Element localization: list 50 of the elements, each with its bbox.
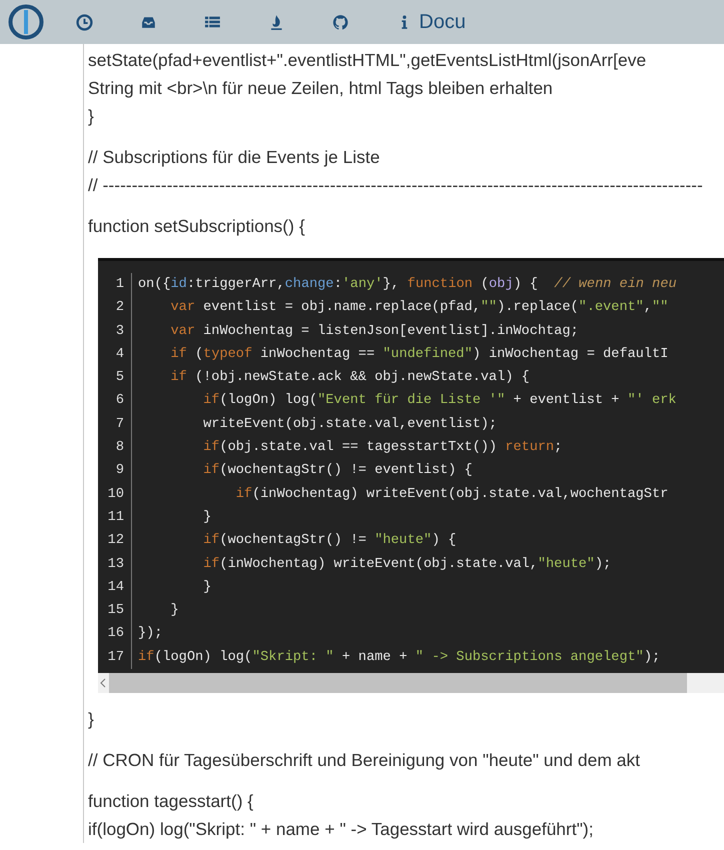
code-line: }); [138,625,164,644]
text-line: // ------------------------------------------------------------------------------------------------------- [88,174,704,197]
code-line: if(inWochentag) writeEvent(obj.state.val,"heute"); [202,556,612,574]
line-number: 6 [116,392,124,410]
line-number: 13 [108,556,124,574]
clock-icon [76,14,93,30]
code-line: writeEvent(obj.state.val,eventlist); [202,416,498,434]
text-line: } [88,105,95,128]
code-line: } [202,578,212,597]
line-number: 10 [108,486,124,504]
line-number: 5 [116,369,124,388]
line-number: 7 [116,416,124,434]
line-number: 17 [108,648,124,667]
code-line: if(wochentagStr() != "heute") { [202,532,458,550]
code-line: if(logOn) log("Skript: " + name + " -> Subscriptions angelegt"); [138,648,662,667]
github-icon [332,14,349,30]
line-number: 14 [108,578,124,597]
code-line: } [202,508,212,527]
text-line: function setSubscriptions() { [88,215,306,238]
code-line: if(obj.state.val == tagesstartTxt()) return; [202,439,564,458]
line-number: 2 [116,299,124,318]
text-line: String mit <br>\n für neue Zeilen, html Tags bleiben erhalten [88,77,554,100]
text-line: } [88,708,95,732]
text-line: setState(pfad+eventlist+".eventlistHTML",getEventsListHtml(jsonArr[eve [88,49,648,72]
logo-icon[interactable] [8,4,44,40]
line-number: 15 [108,602,124,620]
line-number: 3 [116,322,124,341]
line-number: 12 [108,532,124,550]
text-line: // CRON für Tagesüberschrift und Bereinigung von "heute" und dem akt [88,749,641,772]
flame-icon [268,14,285,30]
code-line: if (typeof inWochentag == "undefined") inWochentag = defaultI [170,346,670,364]
code-line: var eventlist = obj.name.replace(pfad,"").replace(".event","" [170,299,670,318]
code-line: } [170,602,180,620]
line-number: 1 [116,276,124,294]
code-line: on({id:triggerArr,change:'any'}, function (obj) { // wenn ein neu [138,276,677,294]
code-line: if (!obj.newState.ack && obj.newState.val) { [170,369,531,388]
line-number: 9 [116,462,124,480]
text-line: if(logOn) log("Skript: " + name + " -> Tagesstart wird ausgeführt"); [88,818,595,842]
code-line: var inWochentag = listenJson[eventlist].inWochtag; [170,322,580,341]
code-line: if(logOn) log("Event für die Liste '" + eventlist + "' erk [202,392,677,410]
docs-link[interactable]: Docu [386,7,476,37]
line-number: 8 [116,439,124,458]
text-line: // Subscriptions für die Events je Liste [88,146,381,169]
line-number: 11 [108,508,124,527]
text-line: function tagesstart() { [88,790,254,814]
code-line: if(inWochentag) writeEvent(obj.state.val,wochentagStr [234,486,670,504]
line-number: 16 [108,625,124,644]
code-line: if(wochentagStr() != eventlist) { [202,462,474,480]
list-icon [204,14,221,30]
line-number: 4 [116,346,124,364]
